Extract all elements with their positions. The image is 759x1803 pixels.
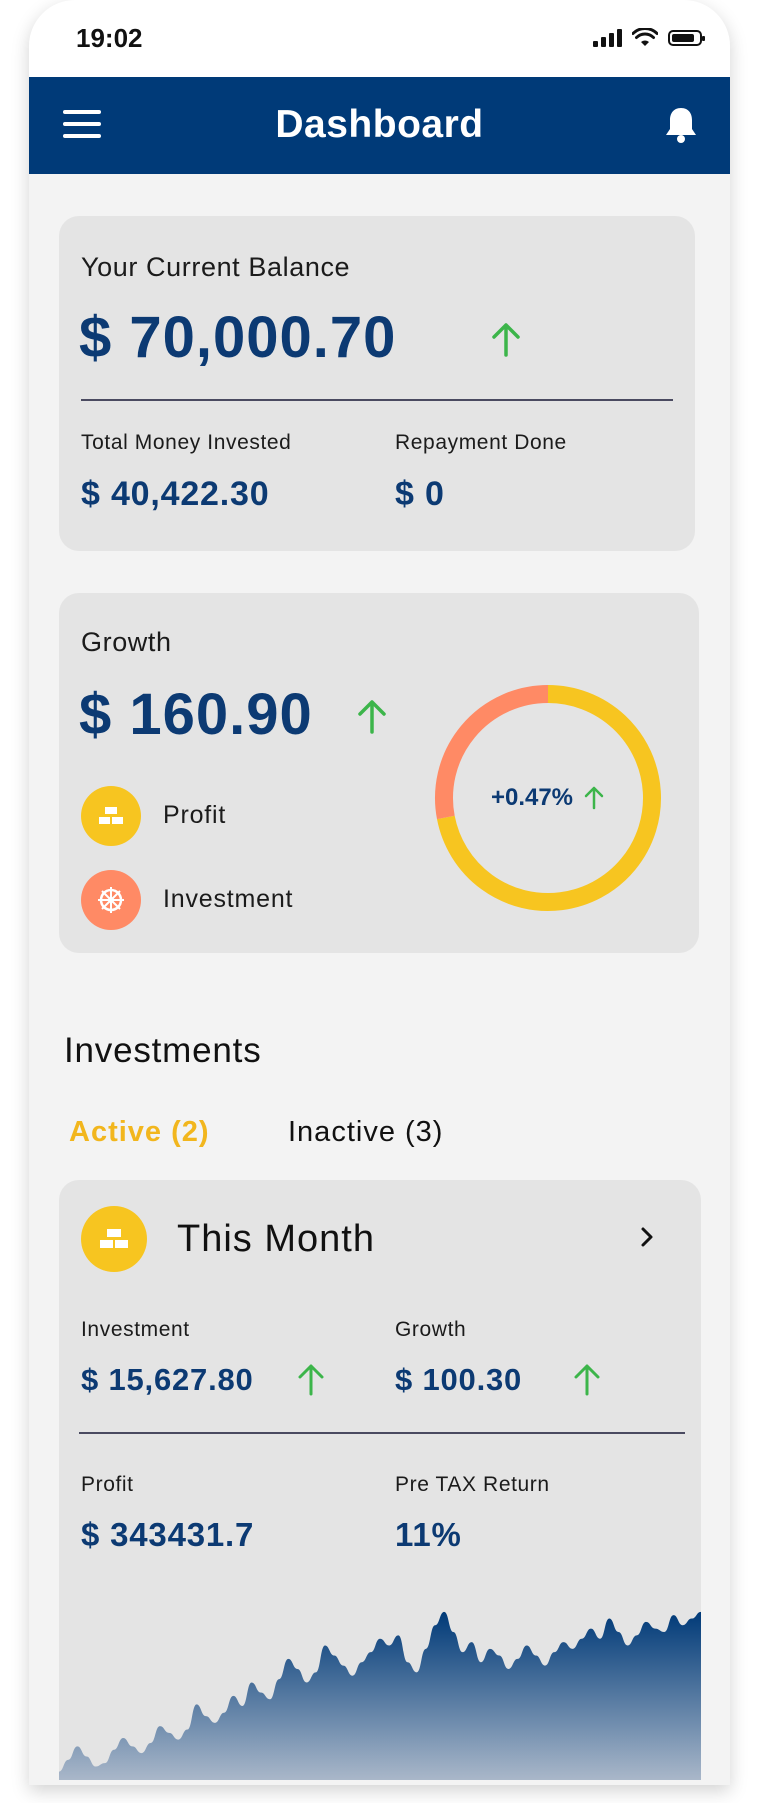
- arrow-up-icon: [574, 1364, 600, 1396]
- battery-icon: [668, 30, 705, 46]
- page-title: Dashboard: [275, 103, 484, 146]
- phone-frame: 19:02 Dashboard Your Current Balance $ 7…: [29, 0, 730, 1785]
- growth-card: Growth $ 160.90 Profit Investment +0.47%: [59, 593, 699, 953]
- legend-profit-label: Profit: [163, 801, 227, 829]
- balance-label: Your Current Balance: [81, 252, 351, 282]
- status-bar: 19:02: [29, 0, 730, 77]
- donut-percent: +0.47%: [490, 784, 574, 811]
- tab-inactive[interactable]: Inactive (3): [288, 1116, 443, 1149]
- this-month-card[interactable]: This Month Investment $ 15,627.80 Growth…: [59, 1180, 701, 1780]
- legend-investment-label: Investment: [163, 885, 294, 913]
- growth-label: Growth: [81, 627, 172, 657]
- arrow-up-icon: [298, 1364, 324, 1396]
- arrow-up-icon: [584, 786, 604, 810]
- total-invested-label: Total Money Invested: [81, 431, 292, 454]
- balance-card: Your Current Balance $ 70,000.70 Total M…: [59, 216, 695, 551]
- arrow-up-icon: [492, 323, 520, 357]
- investment-value: $ 15,627.80: [81, 1362, 254, 1397]
- donut-center: +0.47%: [433, 683, 663, 913]
- status-icons: [593, 28, 705, 48]
- investment-label: Investment: [81, 1318, 190, 1341]
- tab-active[interactable]: Active (2): [69, 1116, 210, 1149]
- arrow-up-icon: [358, 700, 386, 734]
- profit-label: Profit: [81, 1473, 134, 1496]
- chevron-right-icon[interactable]: [633, 1222, 661, 1252]
- pretax-value: 11%: [395, 1516, 462, 1553]
- divider: [79, 1432, 685, 1434]
- investments-title: Investments: [64, 1031, 262, 1070]
- pretax-label: Pre TAX Return: [395, 1473, 550, 1496]
- growth-value: $ 100.30: [395, 1362, 523, 1397]
- app-bar: Dashboard: [29, 77, 730, 174]
- repayment-value: $ 0: [395, 475, 445, 513]
- repayment-label: Repayment Done: [395, 431, 567, 454]
- bell-icon[interactable]: [662, 105, 700, 145]
- profit-value: $ 343431.7: [81, 1516, 255, 1553]
- growth-label: Growth: [395, 1318, 467, 1341]
- wifi-icon: [632, 28, 658, 46]
- balance-value: $ 70,000.70: [79, 305, 397, 370]
- wheel-icon: [81, 870, 141, 930]
- status-time: 19:02: [76, 23, 143, 53]
- card-title: This Month: [177, 1218, 375, 1260]
- growth-area-chart: [59, 1611, 701, 1780]
- growth-value: $ 160.90: [79, 682, 313, 747]
- gold-bars-icon: [81, 1206, 147, 1272]
- gold-bars-icon: [81, 786, 141, 846]
- cellular-signal-icon: [593, 29, 622, 47]
- total-invested-value: $ 40,422.30: [81, 475, 270, 513]
- chart-area-series: [59, 1611, 701, 1780]
- divider: [81, 399, 673, 401]
